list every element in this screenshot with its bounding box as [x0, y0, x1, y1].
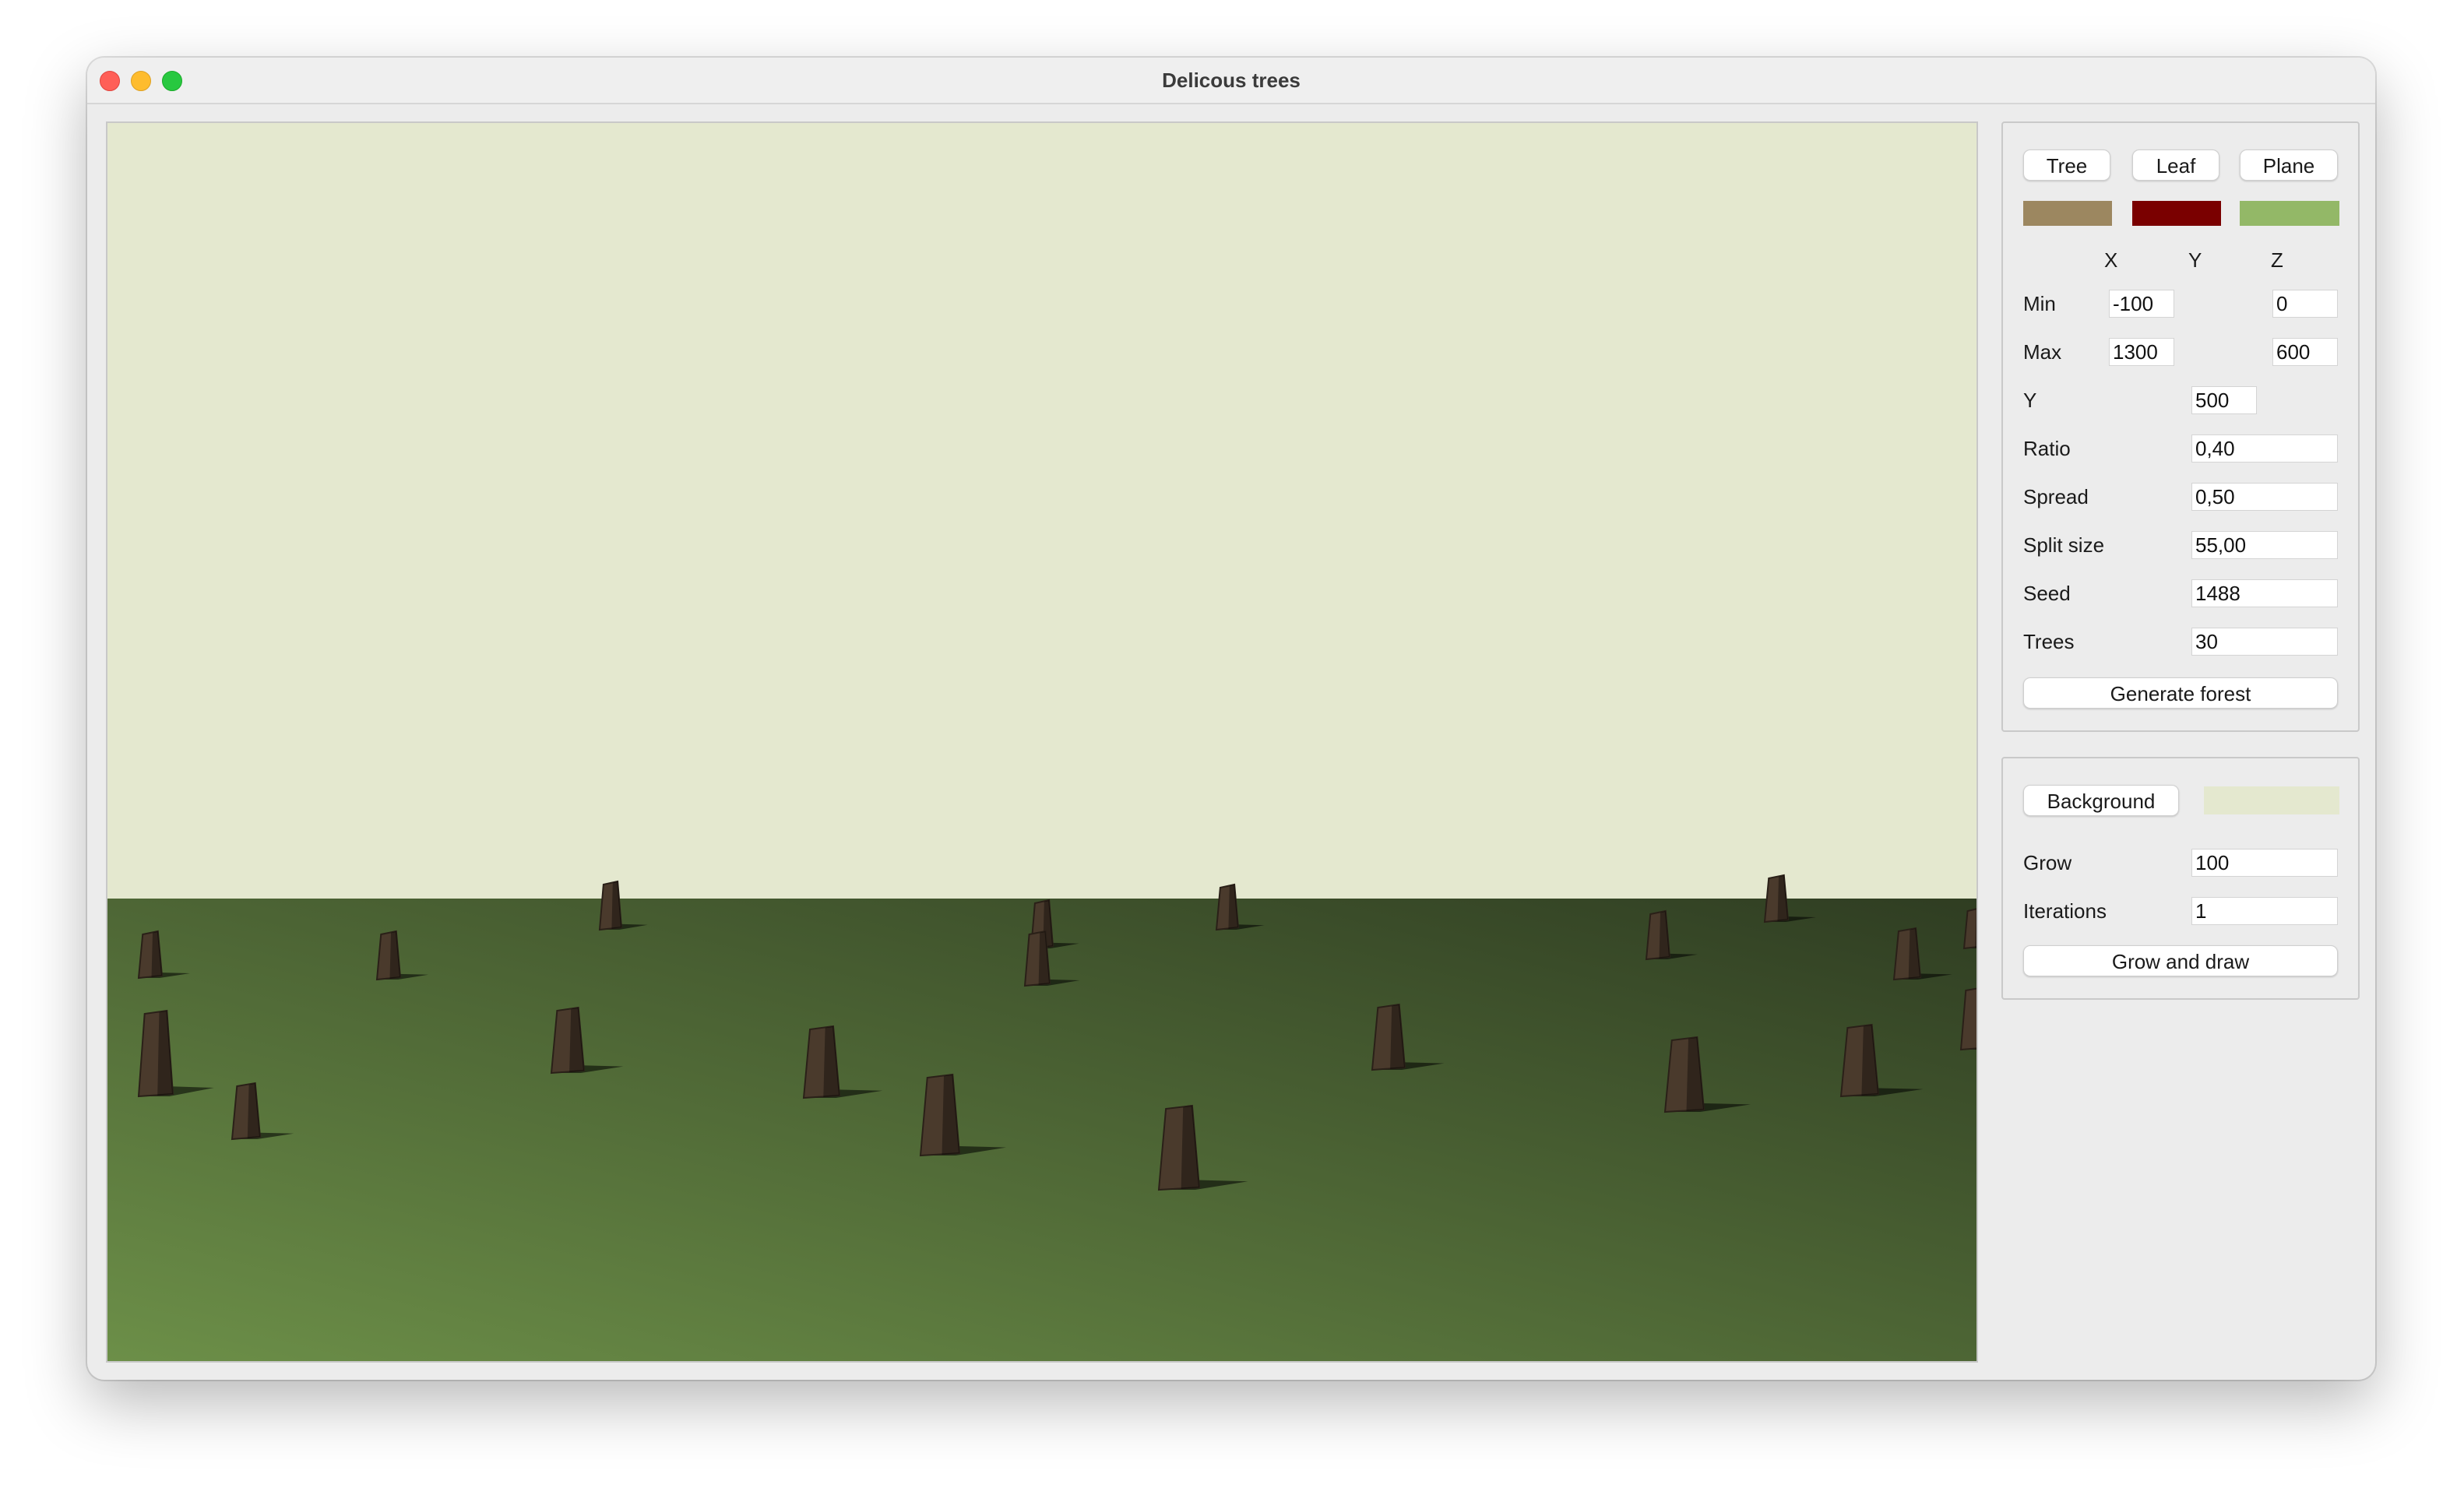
- ratio-field[interactable]: 0,40: [2191, 434, 2338, 463]
- plane-color-swatch: [2240, 201, 2339, 226]
- max-x-field[interactable]: 1300: [2109, 338, 2174, 366]
- window-title: Delicous trees: [1162, 69, 1301, 92]
- tree-color-button[interactable]: Tree: [2023, 150, 2110, 181]
- grow-settings-panel: Background Grow 100 Iterations 1 Grow an…: [2001, 757, 2360, 1000]
- generate-forest-button[interactable]: Generate forest: [2023, 677, 2338, 709]
- grow-and-draw-button[interactable]: Grow and draw: [2023, 945, 2338, 976]
- max-label: Max: [2023, 340, 2062, 364]
- sky-background: [107, 123, 1976, 900]
- y-label: Y: [2023, 389, 2037, 412]
- min-z-field[interactable]: 0: [2272, 290, 2338, 318]
- plane-color-button[interactable]: Plane: [2240, 150, 2338, 181]
- z-axis-header: Z: [2271, 248, 2283, 272]
- seed-field[interactable]: 1488: [2191, 579, 2338, 607]
- iterations-field[interactable]: 1: [2191, 897, 2338, 925]
- iterations-label: Iterations: [2023, 899, 2107, 923]
- max-z-field[interactable]: 600: [2272, 338, 2338, 366]
- forest-scene: [107, 123, 1976, 1361]
- forest-settings-panel: Tree Leaf Plane X Y Z Min -100 0 Max 130…: [2001, 121, 2360, 732]
- trees-label: Trees: [2023, 630, 2075, 653]
- background-color-swatch: [2204, 786, 2339, 814]
- background-color-button[interactable]: Background: [2023, 785, 2179, 816]
- trees-field[interactable]: 30: [2191, 628, 2338, 656]
- seed-label: Seed: [2023, 582, 2071, 605]
- forest-viewport[interactable]: [106, 121, 1978, 1363]
- app-window: Delicous trees Tree Leaf Plane X Y Z Min…: [87, 58, 2375, 1380]
- y-axis-header: Y: [2188, 248, 2202, 272]
- leaf-color-swatch: [2132, 201, 2221, 226]
- y-field[interactable]: 500: [2191, 386, 2257, 414]
- ratio-label: Ratio: [2023, 437, 2071, 460]
- title-bar: Delicous trees: [87, 58, 2375, 104]
- min-label: Min: [2023, 292, 2056, 315]
- split-size-field[interactable]: 55,00: [2191, 531, 2338, 559]
- grow-field[interactable]: 100: [2191, 849, 2338, 877]
- spread-label: Spread: [2023, 485, 2089, 508]
- min-x-field[interactable]: -100: [2109, 290, 2174, 318]
- spread-field[interactable]: 0,50: [2191, 483, 2338, 511]
- tree-color-swatch: [2023, 201, 2112, 226]
- grow-label: Grow: [2023, 851, 2072, 874]
- x-axis-header: X: [2104, 248, 2118, 272]
- leaf-color-button[interactable]: Leaf: [2132, 150, 2219, 181]
- split-size-label: Split size: [2023, 533, 2105, 557]
